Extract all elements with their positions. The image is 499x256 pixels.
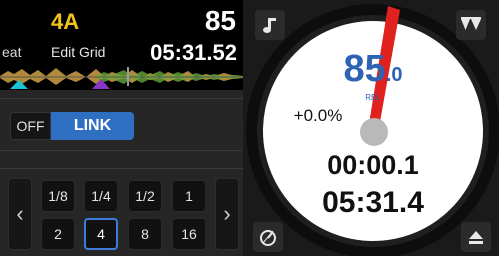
divider — [0, 168, 243, 169]
loop-prev-button[interactable]: ‹ — [8, 178, 32, 250]
loop-pad[interactable]: 1 — [172, 180, 206, 212]
platter-panel: 85.0 REL +0.0% 00:00.1 05:31.4 — [243, 0, 499, 256]
loop-pad[interactable]: 1/4 — [84, 180, 118, 212]
loop-pad[interactable]: 2 — [41, 218, 75, 250]
chevron-left-icon: ‹ — [16, 201, 24, 226]
sync-off-button[interactable]: OFF — [10, 112, 51, 140]
edit-grid-button[interactable]: Edit Grid — [51, 44, 105, 60]
music-note-icon — [263, 18, 276, 33]
divider — [0, 98, 243, 99]
divider — [0, 150, 243, 151]
platter-center — [360, 118, 388, 146]
loop-pad[interactable]: 16 — [172, 218, 206, 250]
bpm-display: 85 — [204, 5, 236, 36]
loop-pad[interactable]: 1/8 — [41, 180, 75, 212]
loop-pad[interactable]: 1/2 — [128, 180, 162, 212]
eject-icon — [469, 231, 483, 244]
menu-button[interactable] — [456, 10, 486, 40]
elapsed-time: 00:00.1 — [327, 150, 419, 180]
platter-bpm: 85.0 — [323, 48, 423, 91]
eject-button[interactable] — [461, 222, 491, 252]
beat-label: eat — [2, 44, 22, 60]
platter-bpm-minor: .0 — [385, 64, 403, 86]
sync-link-button[interactable]: LINK — [51, 112, 134, 140]
key-label: 4A — [51, 9, 80, 34]
loop-pad-grid: ‹ › 1/8 1/4 1/2 1 2 4 8 16 — [8, 176, 241, 252]
pitch-display: +0.0% — [293, 106, 343, 125]
time-remaining: 05:31.52 — [150, 40, 237, 65]
tempo-dial-icon — [260, 230, 276, 246]
loop-pad-selected[interactable]: 4 — [84, 218, 118, 250]
platter-bpm-unit: REL — [365, 93, 381, 102]
total-time: 05:31.4 — [322, 186, 424, 219]
tempo-button[interactable] — [253, 222, 283, 252]
deck-header: 4A 85 eat Edit Grid 05:31.52 — [0, 0, 243, 90]
music-note-button[interactable] — [255, 10, 285, 40]
loop-pad[interactable]: 8 — [128, 218, 162, 250]
deck-control-panel: 4A 85 eat Edit Grid 05:31.52 OFF LINK ‹ … — [0, 0, 243, 256]
loop-next-button[interactable]: › — [215, 178, 239, 250]
chevron-right-icon: › — [223, 201, 231, 226]
menu-triangle-icon — [461, 17, 481, 30]
waveform-overview[interactable] — [0, 64, 243, 89]
platter-bpm-major: 85 — [343, 48, 386, 90]
